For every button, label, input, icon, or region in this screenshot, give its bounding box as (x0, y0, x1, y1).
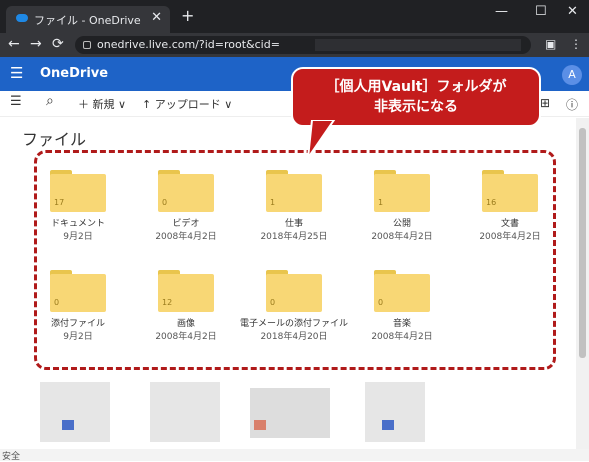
callout-line-1: ［個人用Vault］フォルダが (325, 79, 507, 95)
blurred-item (250, 388, 330, 438)
blurred-item (365, 382, 425, 442)
url-redacted (315, 39, 521, 51)
callout-pointer (307, 120, 336, 159)
tab-close-icon[interactable]: ✕ (151, 10, 162, 25)
callout-annotation: ［個人用Vault］フォルダが 非表示になる (291, 67, 541, 127)
reload-button[interactable]: ⟳ (52, 36, 64, 52)
page-title: ファイル (22, 130, 87, 149)
extension-icon[interactable]: ▣ (545, 37, 556, 51)
blurred-file-icon (254, 420, 266, 430)
new-tab-button[interactable]: + (181, 6, 194, 25)
url-text: onedrive.live.com/?id=root&cid= (97, 38, 280, 51)
blurred-file-icon (62, 420, 74, 430)
url-bar[interactable]: onedrive.live.com/?id=root&cid= (75, 36, 531, 54)
address-toolbar: ← → ⟳ onedrive.live.com/?id=root&cid= ▣ … (0, 33, 589, 57)
search-icon[interactable]: ⌕ (46, 93, 54, 109)
app-brand[interactable]: OneDrive (40, 66, 108, 81)
minimize-button[interactable]: — (495, 4, 508, 19)
window-close-button[interactable]: ✕ (567, 4, 578, 19)
view-toggle-icon[interactable]: ⊞ (540, 96, 550, 110)
app-launcher-icon[interactable]: ☰ (10, 64, 23, 82)
blurred-file-icon (382, 420, 394, 430)
browser-titlebar: ファイル - OneDrive ✕ + — ☐ ✕ (0, 0, 589, 33)
nav-menu-icon[interactable]: ☰ (10, 94, 22, 109)
callout-line-2: 非表示になる (374, 99, 458, 115)
browser-menu-icon[interactable]: ⋮ (570, 37, 582, 51)
blurred-item (40, 382, 110, 442)
highlight-box (34, 150, 556, 370)
tab-title: ファイル - OneDrive (34, 14, 141, 27)
info-icon[interactable]: ⓘ (566, 96, 578, 113)
maximize-button[interactable]: ☐ (535, 4, 547, 19)
upload-button[interactable]: ↑ アップロード ∨ (142, 96, 232, 112)
browser-tab[interactable]: ファイル - OneDrive ✕ (6, 6, 170, 33)
status-bar: 安全 (0, 449, 589, 462)
new-button[interactable]: ＋ 新規 ∨ (78, 96, 126, 112)
blurred-item (150, 382, 220, 442)
lock-icon (83, 41, 91, 49)
forward-button[interactable]: → (30, 36, 42, 52)
scrollbar-thumb[interactable] (579, 128, 586, 358)
back-button[interactable]: ← (8, 36, 20, 52)
avatar[interactable]: A (562, 65, 582, 85)
onedrive-cloud-icon (16, 14, 28, 22)
